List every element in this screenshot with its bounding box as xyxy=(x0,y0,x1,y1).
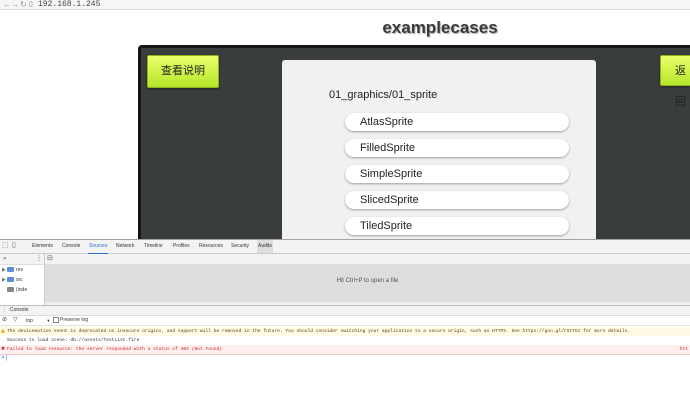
device-mode-icon[interactable]: ▯ xyxy=(12,242,16,250)
reload-icon[interactable]: ↻ xyxy=(20,0,27,9)
console-message-text: The devicemotion event is deprecated on … xyxy=(7,329,631,334)
tab-security[interactable]: Security xyxy=(230,240,250,253)
sources-navigator: » ⋮ ▶ res ▶ src (inde xyxy=(0,254,45,305)
view-instructions-button[interactable]: 查看说明 xyxy=(147,55,219,88)
back-button[interactable]: 返回 xyxy=(660,55,690,108)
drawer-tab-console[interactable]: Console xyxy=(10,306,28,315)
tab-console[interactable]: Console xyxy=(61,240,81,253)
url-text[interactable]: 192.168.1.245 xyxy=(38,0,100,9)
editor-hint: Hit Ctrl+P to open a file xyxy=(336,278,399,284)
editor-tab-strip: ⊟ xyxy=(45,254,690,265)
context-select-value: top xyxy=(26,318,33,324)
tab-audits[interactable]: Audits xyxy=(257,240,273,253)
tab-elements[interactable]: Elements xyxy=(31,240,54,253)
console-message-error: ✖ Failed to load resource: the server re… xyxy=(0,345,690,355)
scene-item-simplesprite[interactable]: SimpleSprite xyxy=(345,165,569,183)
source-editor-area[interactable]: Hit Ctrl+P to open a file xyxy=(45,265,690,302)
checkbox-box xyxy=(53,316,59,323)
dropdown-arrow-icon: ▼ xyxy=(46,318,51,323)
tree-item-label: res xyxy=(16,267,23,273)
back-icon[interactable]: ← xyxy=(3,0,11,9)
clear-console-icon[interactable]: ⊘ xyxy=(2,316,7,325)
folder-icon xyxy=(7,277,14,283)
scene-item-filledsprite[interactable]: FilledSprite xyxy=(345,139,569,157)
scene-item-tiledsprite[interactable]: TiledSprite xyxy=(345,217,569,235)
console-message-text: Failed to load resource: the server resp… xyxy=(7,347,223,352)
preserve-log-checkbox[interactable]: Preserve log xyxy=(53,316,88,325)
inspect-element-icon[interactable]: ⬚ xyxy=(2,242,9,250)
console-filter-bar: ⊘ ▽ top ▼ Preserve log xyxy=(0,316,690,326)
tree-item-res[interactable]: ▶ res xyxy=(2,266,23,274)
more-tabs-icon[interactable]: » xyxy=(3,254,6,264)
drawer-menu-icon[interactable]: ⋮ xyxy=(2,306,7,315)
tree-item-src[interactable]: ▶ src xyxy=(2,276,23,284)
drawer-tabbar: ⋮ Console xyxy=(0,306,690,316)
tab-sources[interactable]: Sources xyxy=(88,240,109,254)
toggle-navigator-icon[interactable]: ⊟ xyxy=(47,254,53,264)
file-icon xyxy=(7,287,14,293)
devtools-toolbar: ⬚ ▯ Elements Console Sources Network Tim… xyxy=(0,240,690,254)
tab-timeline[interactable]: Timeline xyxy=(143,240,164,253)
tab-network[interactable]: Network xyxy=(115,240,135,253)
scene-item-slicedsprite[interactable]: SlicedSprite xyxy=(345,191,569,209)
error-icon: ✖ xyxy=(1,346,6,352)
navigator-header: » ⋮ xyxy=(0,254,44,265)
console-message-text: Success to load scene: db://assets/TestL… xyxy=(7,338,140,343)
page-title: examplecases xyxy=(382,18,498,37)
navigator-menu-icon[interactable]: ⋮ xyxy=(36,254,42,264)
page-info-icon[interactable]: ▯ xyxy=(29,0,33,9)
context-select[interactable]: top ▼ xyxy=(26,316,50,326)
tree-item-index[interactable]: (inde xyxy=(2,286,27,294)
preserve-log-label: Preserve log xyxy=(60,317,89,323)
filter-icon[interactable]: ▽ xyxy=(13,316,18,325)
scene-list-heading: 01_graphics/01_sprite xyxy=(329,89,438,101)
tab-profiles[interactable]: Profiles xyxy=(172,240,191,253)
devtools-panel: ⬚ ▯ Elements Console Sources Network Tim… xyxy=(0,239,690,404)
warning-icon: ▲ xyxy=(1,328,5,334)
scene-item-atlassprite[interactable]: AtlasSprite xyxy=(345,113,569,131)
tree-item-label: src xyxy=(16,277,23,283)
console-message-source[interactable]: htt xyxy=(680,345,688,354)
folder-icon xyxy=(7,267,14,273)
browser-address-bar: ← → ↻ ▯ 192.168.1.245 xyxy=(0,0,690,10)
console-prompt[interactable]: >| xyxy=(1,354,8,361)
tree-item-label: (inde xyxy=(16,287,28,293)
tab-resources[interactable]: Resources xyxy=(198,240,224,253)
forward-icon[interactable]: → xyxy=(11,0,19,9)
